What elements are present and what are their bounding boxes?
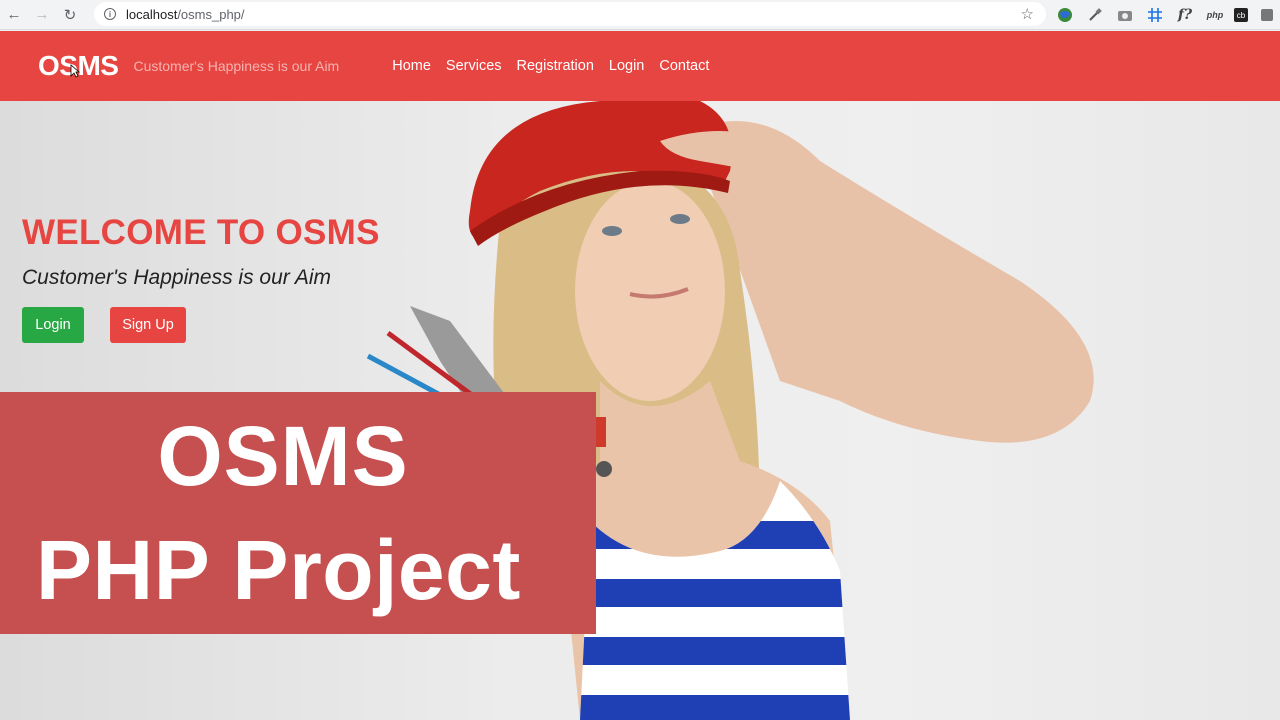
hero-signup-button[interactable]: Sign Up [110,307,186,343]
nav-link-home[interactable]: Home [392,58,431,74]
eyedropper-extension-icon[interactable] [1084,4,1106,26]
info-icon[interactable]: i [104,8,116,20]
camera-extension-icon[interactable] [1114,4,1136,26]
site-navbar: OSMS Customer's Happiness is our Aim Hom… [0,31,1280,101]
grid-extension-icon[interactable] [1144,4,1166,26]
nav-link-login[interactable]: Login [609,58,644,74]
extension-icons: f? php cb [1054,4,1278,26]
nav-link-contact[interactable]: Contact [659,58,709,74]
hero-subtitle: Customer's Happiness is our Aim [22,266,332,289]
back-arrow-icon[interactable]: ← [0,1,28,29]
url-text[interactable]: localhost/osms_php/ [126,7,245,22]
forward-arrow-icon[interactable]: → [28,1,56,29]
address-bar[interactable]: i localhost/osms_php/ ☆ [94,2,1046,26]
nav-link-services[interactable]: Services [446,58,502,74]
php-extension-icon[interactable]: php [1204,4,1226,26]
browser-toolbar: ← → ↻ i localhost/osms_php/ ☆ f? php cb [0,0,1280,30]
cb-extension-icon[interactable]: cb [1234,8,1248,22]
hero-title: WELCOME TO OSMS [22,213,380,252]
mouse-cursor-icon [70,64,80,78]
window-extension-icon[interactable] [1256,4,1278,26]
font-query-extension-icon[interactable]: f? [1174,4,1196,26]
nav-menu: Home Services Registration Login Contact [392,58,709,74]
url-host: localhost [126,6,178,22]
reload-icon[interactable]: ↻ [56,1,84,29]
url-path: /osms_php/ [177,6,245,22]
hero-login-button[interactable]: Login [22,307,84,343]
nav-link-registration[interactable]: Registration [517,58,594,74]
banner-title-line2: PHP Project [36,523,521,617]
globe-extension-icon[interactable] [1054,4,1076,26]
title-banner: OSMS PHP Project [0,392,596,634]
bookmark-star-icon[interactable]: ☆ [1021,5,1034,23]
navbar-tagline: Customer's Happiness is our Aim [133,58,340,74]
banner-title-line1: OSMS [157,409,409,503]
